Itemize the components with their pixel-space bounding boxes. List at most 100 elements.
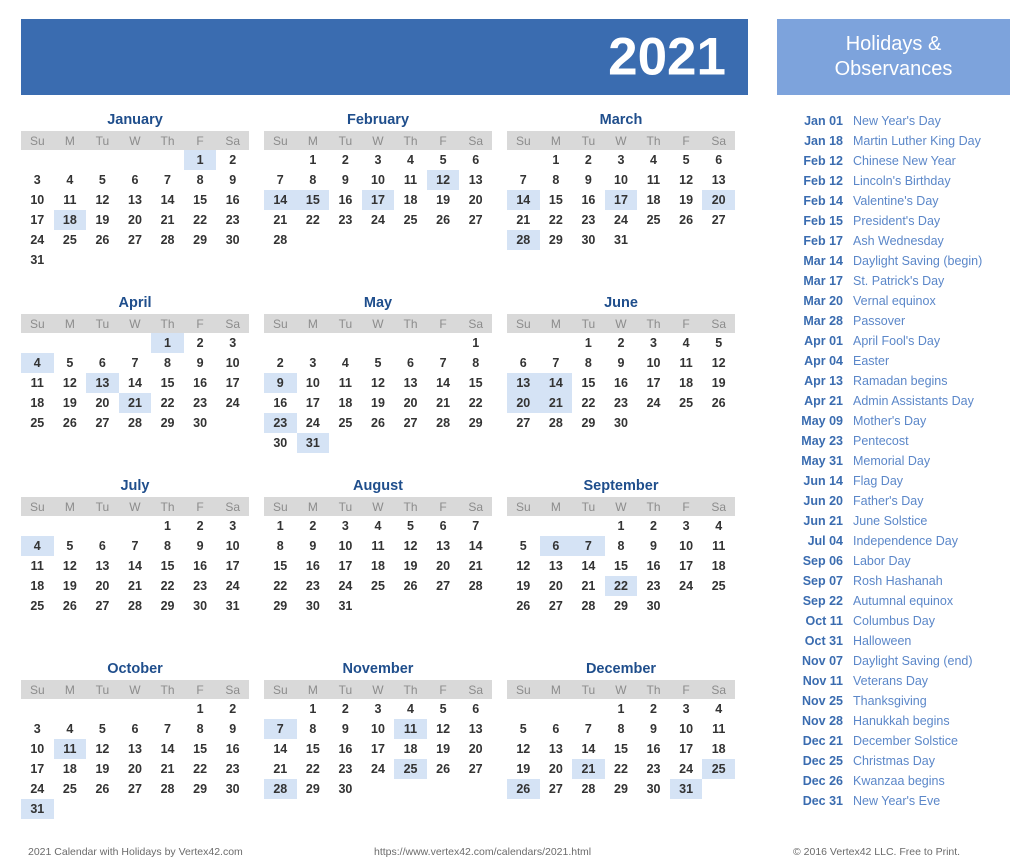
day-cell-empty	[637, 433, 670, 453]
day-cell: 11	[712, 539, 726, 553]
weekday-header-tu: Tu	[86, 497, 119, 516]
week-row: 1 2 3	[21, 516, 249, 536]
day-cell-empty	[216, 799, 249, 819]
day-cell: 13	[403, 376, 418, 390]
month-block-june: June Su M Tu W Th F Sa 1 2 3 4 5 6 7 8 9 10 11 12 13 14 15 16 1…	[507, 293, 735, 476]
day-cell: 1	[472, 336, 480, 350]
day-cell: 20	[468, 742, 483, 756]
week-row	[264, 250, 492, 270]
month-table: Su M Tu W Th F Sa 1 2 3 4 5 6 7 8 9 10 11 12 13 14 15 16 17 18 1…	[264, 131, 492, 270]
holiday-row: May 09 Mother's Day	[789, 414, 1010, 434]
day-cell: 5	[98, 722, 106, 736]
day-cell: 11	[679, 356, 693, 370]
day-cell: 31	[30, 253, 45, 267]
day-cell-empty	[54, 250, 87, 270]
day-cell: 11	[394, 719, 427, 739]
day-cell-empty	[459, 250, 492, 270]
day-cell-empty	[86, 433, 119, 453]
day-cell: 9	[650, 722, 657, 736]
day-cell-empty	[394, 616, 427, 636]
day-cell: 16	[305, 559, 320, 573]
holiday-name: Chinese New Year	[853, 154, 956, 168]
day-cell: 27	[548, 599, 563, 613]
holiday-date: Sep 06	[802, 554, 843, 568]
day-cell: 14	[507, 190, 540, 210]
day-cell-empty	[459, 596, 492, 616]
day-cell: 12	[95, 742, 110, 756]
day-cell-empty	[119, 699, 152, 719]
day-cell-empty	[572, 799, 605, 819]
weekday-header-tu: Tu	[329, 497, 362, 516]
day-cell: 1	[309, 153, 317, 167]
month-title: December	[585, 661, 657, 677]
week-row	[507, 616, 735, 636]
week-row: 1 2 3 4 5 6	[507, 150, 735, 170]
day-cell-empty	[427, 779, 460, 799]
holiday-name: Flag Day	[853, 474, 904, 488]
holiday-date: Apr 04	[804, 354, 843, 368]
day-cell: 8	[584, 356, 592, 370]
day-cell: 4	[341, 356, 349, 370]
day-cell-empty	[427, 230, 460, 250]
holiday-row: Dec 21 December Solstice	[789, 734, 1010, 754]
day-cell: 9	[196, 539, 204, 553]
day-cell: 14	[160, 193, 175, 207]
holidays-list: Jan 01 New Year's Day Jan 18 Martin Luther …	[777, 114, 1010, 814]
week-row: 13 14 15 16 17 18 19	[507, 373, 735, 393]
day-cell: 26	[679, 213, 694, 227]
holiday-row: Oct 31 Halloween	[789, 634, 1010, 654]
day-cell: 3	[341, 519, 349, 533]
weekday-header-tu: Tu	[572, 131, 605, 150]
day-cell: 18	[646, 193, 661, 207]
day-cell: 11	[371, 539, 385, 553]
footer-url[interactable]: https://www.vertex42.com/calendars/2021.…	[374, 846, 591, 858]
day-cell: 12	[516, 559, 531, 573]
day-cell: 27	[516, 416, 531, 430]
day-cell: 3	[229, 336, 237, 350]
day-cell-empty	[394, 250, 427, 270]
weekday-header-sa: Sa	[702, 131, 735, 150]
weekday-header-sa: Sa	[702, 680, 735, 699]
day-cell: 16	[273, 396, 288, 410]
day-cell: 4	[374, 519, 382, 533]
holiday-date: Jul 04	[807, 534, 843, 548]
day-cell-empty	[394, 596, 427, 616]
weekday-header-m: M	[539, 131, 573, 150]
weekday-header-th: Th	[151, 497, 184, 516]
weekday-header-f: F	[426, 131, 460, 150]
month-title: January	[107, 112, 163, 128]
weekday-header-m: M	[296, 680, 330, 699]
week-row: 4 5 6 7 8 9 10	[21, 536, 249, 556]
day-cell: 13	[128, 193, 142, 207]
holiday-row: Mar 28 Passover	[789, 314, 1010, 334]
day-cell: 8	[472, 356, 480, 370]
week-row: 31	[21, 799, 249, 819]
day-cell-empty	[54, 799, 87, 819]
day-cell: 15	[614, 742, 628, 756]
day-cell: 14	[539, 373, 573, 393]
day-cell-empty	[507, 150, 540, 170]
day-cell-empty	[86, 250, 119, 270]
day-cell: 19	[62, 396, 77, 410]
day-cell-empty	[54, 433, 87, 453]
week-row: 2 3 4 5 6 7 8	[264, 353, 492, 373]
day-cell: 5	[519, 539, 527, 553]
day-cell: 26	[436, 213, 451, 227]
day-cell-empty	[329, 433, 362, 453]
day-cell: 28	[468, 579, 483, 593]
day-cell-empty	[329, 799, 362, 819]
day-cell: 26	[95, 782, 110, 796]
day-cell: 20	[548, 579, 563, 593]
day-cell: 5	[66, 539, 74, 553]
weekday-header-f: F	[183, 131, 217, 150]
day-cell-empty	[459, 616, 492, 636]
holiday-row: Jul 04 Independence Day	[789, 534, 1010, 554]
weekday-header-w: W	[118, 314, 152, 333]
day-cell: 3	[374, 702, 382, 716]
day-cell: 22	[193, 213, 208, 227]
month-table: Su M Tu W Th F Sa 1 2 3 4 5 6 7 8 9 10 11 12 13 14 15 16 17 18 1…	[507, 131, 735, 270]
week-row: 5 6 7 8 9 10 11	[507, 536, 735, 556]
day-cell-empty	[507, 433, 540, 453]
week-row: 9 10 11 12 13 14 15	[264, 373, 492, 393]
day-cell: 22	[305, 762, 320, 776]
